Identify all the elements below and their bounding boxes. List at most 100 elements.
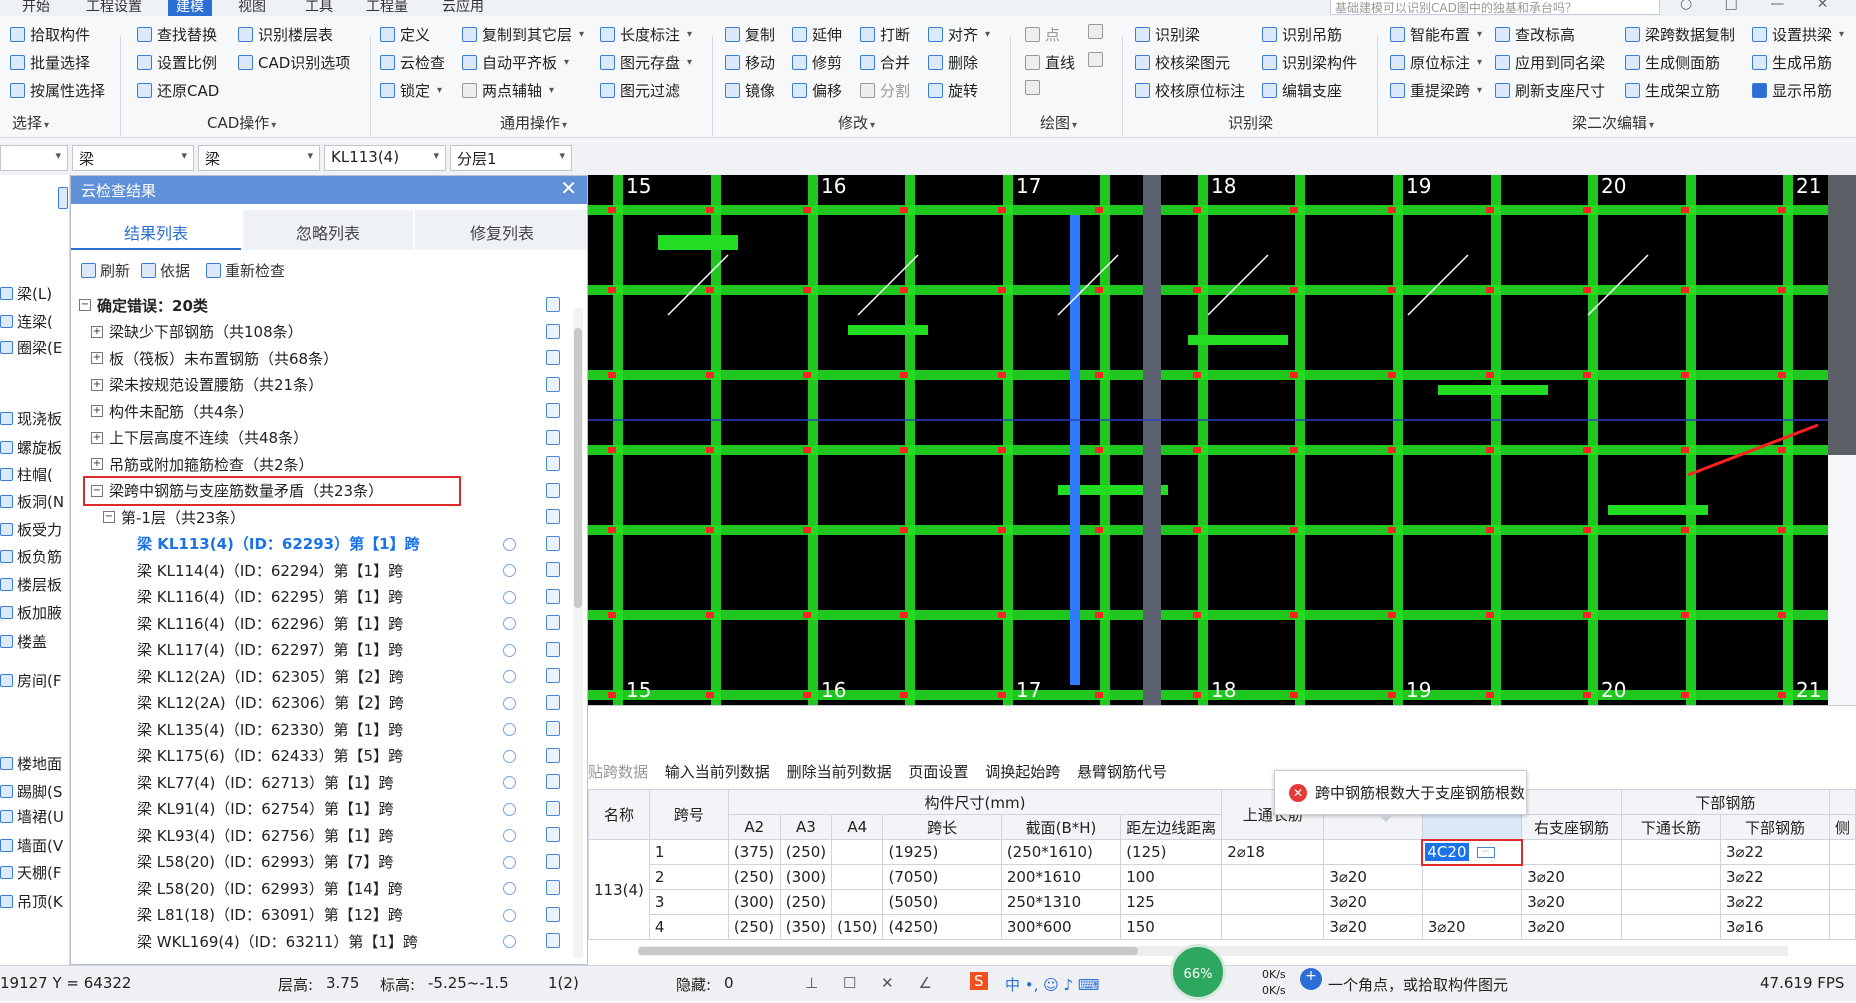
expand-icon[interactable]: + xyxy=(91,378,103,391)
document-icon[interactable] xyxy=(546,827,560,842)
split-button[interactable]: 分割 xyxy=(860,80,910,101)
group-select-label[interactable]: 选择 xyxy=(12,112,49,133)
cell-dist[interactable]: 125 xyxy=(1120,889,1223,915)
offset-button[interactable]: 偏移 xyxy=(792,80,842,101)
auto-flush-slab-button[interactable]: 自动平齐板 xyxy=(462,52,569,73)
tree-item[interactable]: 板受力 xyxy=(0,519,62,540)
document-icon[interactable] xyxy=(546,456,560,471)
page-setup-button[interactable]: 页面设置 xyxy=(908,763,968,781)
locate-icon[interactable] xyxy=(503,802,516,816)
tree-root[interactable]: − 确定错误：20类 xyxy=(71,292,571,318)
delete-button[interactable]: 删除 xyxy=(928,52,978,73)
scrollbar[interactable] xyxy=(573,308,583,958)
menu-cloud-app[interactable]: 云应用 xyxy=(442,0,484,16)
document-icon[interactable] xyxy=(546,641,560,657)
document-icon[interactable] xyxy=(546,482,560,498)
identify-floor-table-button[interactable]: 识别楼层表 xyxy=(238,24,333,45)
cad-canvas[interactable]: 15 15 16 16 17 17 18 18 19 19 20 20 21 21 xyxy=(588,175,1828,705)
tree-item[interactable]: 楼盖 xyxy=(0,631,47,652)
set-arch-beam-button[interactable]: 设置拱梁 xyxy=(1752,24,1844,45)
cell-len[interactable]: (5050) xyxy=(882,889,1002,915)
locate-icon[interactable] xyxy=(503,935,516,948)
align-button[interactable]: 对齐 xyxy=(928,24,990,45)
cell-mid[interactable]: 4C20 ··· xyxy=(1421,838,1523,866)
tree-item[interactable]: 板洞(N xyxy=(0,491,64,512)
copy-to-other-floor-button[interactable]: 复制到其它层 xyxy=(462,24,584,45)
document-icon[interactable] xyxy=(546,721,560,736)
expand-icon[interactable]: + xyxy=(91,325,103,338)
cell-bot[interactable]: 3⌀22 xyxy=(1720,889,1830,915)
error-item[interactable]: 梁 KL77(4)（ID：62713）第【1】跨 xyxy=(71,769,571,795)
line-button[interactable]: 直线 xyxy=(1025,52,1075,73)
cell-a4[interactable] xyxy=(831,839,884,865)
swap-start-span-button[interactable]: 调换起始跨 xyxy=(985,763,1060,781)
floor-select[interactable] xyxy=(0,145,68,171)
group-cad-ops-label[interactable]: CAD操作 xyxy=(207,112,276,133)
cell-top[interactable]: 2⌀18 xyxy=(1221,839,1325,865)
refresh-support-size-button[interactable]: 刷新支座尺寸 xyxy=(1495,80,1605,101)
length-dimension-button[interactable]: 长度标注 xyxy=(600,24,692,45)
tree-item[interactable]: 踢脚(S xyxy=(0,781,62,802)
identify-beam-component-button[interactable]: 识别梁构件 xyxy=(1262,52,1357,73)
document-icon[interactable] xyxy=(546,747,560,763)
cell-a3[interactable]: (250) xyxy=(779,889,833,915)
error-category[interactable]: + 板（筏板）未布置钢筋（共68条） xyxy=(71,345,571,371)
cell-a4[interactable] xyxy=(831,864,884,890)
tree-item[interactable]: 螺旋板 xyxy=(0,437,62,458)
smart-layout-button[interactable]: 智能布置 xyxy=(1390,24,1482,45)
cell-sec[interactable]: (250*1610) xyxy=(1000,839,1122,865)
tree-item[interactable]: 现浇板 xyxy=(0,408,62,429)
close-icon[interactable]: ✕ xyxy=(560,176,577,200)
point-button[interactable]: 点 xyxy=(1025,24,1060,45)
collapse-icon[interactable]: − xyxy=(103,511,115,523)
add-icon[interactable]: + xyxy=(1300,968,1322,990)
cell-a3[interactable]: (250) xyxy=(779,839,833,865)
tab-result-list[interactable]: 结果列表 xyxy=(71,210,241,250)
cell-a3[interactable]: (300) xyxy=(779,864,833,890)
cell-right[interactable]: 3⌀20 xyxy=(1521,864,1622,890)
extend-button[interactable]: 延伸 xyxy=(792,24,842,45)
cell-top[interactable] xyxy=(1221,914,1325,940)
locate-icon[interactable] xyxy=(503,776,516,789)
error-item[interactable]: 梁 KL93(4)（ID：62756）第【1】跨 xyxy=(71,822,571,848)
select-by-attribute-button[interactable]: 按属性选择 xyxy=(10,80,105,101)
locate-icon[interactable] xyxy=(503,590,516,604)
cell-right[interactable]: 3⌀20 xyxy=(1521,914,1622,940)
arc-button[interactable] xyxy=(1025,80,1040,95)
tree-item[interactable]: 柱帽( xyxy=(0,464,53,485)
document-icon[interactable] xyxy=(546,694,560,710)
locate-icon[interactable] xyxy=(503,670,516,683)
document-icon[interactable] xyxy=(546,853,560,869)
document-icon[interactable] xyxy=(546,933,560,948)
cell-a2[interactable]: (250) xyxy=(727,864,781,890)
cell-a3[interactable]: (350) xyxy=(779,914,833,940)
pick-element-button[interactable]: 拾取构件 xyxy=(10,24,90,45)
cell-a2[interactable]: (250) xyxy=(727,914,781,940)
tree-item[interactable]: 连梁( xyxy=(0,311,53,332)
locate-icon[interactable] xyxy=(503,829,516,842)
tab-repair-list[interactable]: 修复列表 xyxy=(415,210,587,250)
define-button[interactable]: 定义 xyxy=(380,24,430,45)
document-icon[interactable] xyxy=(546,350,560,365)
identify-beam-button[interactable]: 识别梁 xyxy=(1135,24,1200,45)
cell-bot_through[interactable] xyxy=(1620,914,1722,940)
cell-bot[interactable]: 3⌀22 xyxy=(1720,839,1830,865)
two-point-axis-button[interactable]: 两点辅轴 xyxy=(462,80,554,101)
error-category[interactable]: + 梁未按规范设置腰筋（共21条） xyxy=(71,372,571,398)
cell-right[interactable] xyxy=(1521,839,1622,865)
beam-name-cell[interactable]: 113(4) xyxy=(588,839,650,940)
locate-icon[interactable] xyxy=(503,537,516,551)
element-store-button[interactable]: 图元存盘 xyxy=(600,52,692,73)
document-icon[interactable] xyxy=(546,615,560,630)
modify-elevation-button[interactable]: 查改标高 xyxy=(1495,24,1575,45)
cell-a2[interactable]: (300) xyxy=(727,889,781,915)
check-in-situ-label-button[interactable]: 校核原位标注 xyxy=(1135,80,1245,101)
locate-icon[interactable] xyxy=(503,696,516,710)
cell-bot_through[interactable] xyxy=(1620,839,1722,865)
tree-item[interactable]: 天棚(F xyxy=(0,862,61,883)
cell-span[interactable]: 3 xyxy=(648,889,729,915)
menu-view[interactable]: 视图 xyxy=(238,0,266,16)
apply-same-name-beam-button[interactable]: 应用到同名梁 xyxy=(1495,52,1605,73)
error-category[interactable]: + 上下层高度不连续（共48条） xyxy=(71,425,571,451)
cell-sec[interactable]: 300*600 xyxy=(1000,914,1122,940)
